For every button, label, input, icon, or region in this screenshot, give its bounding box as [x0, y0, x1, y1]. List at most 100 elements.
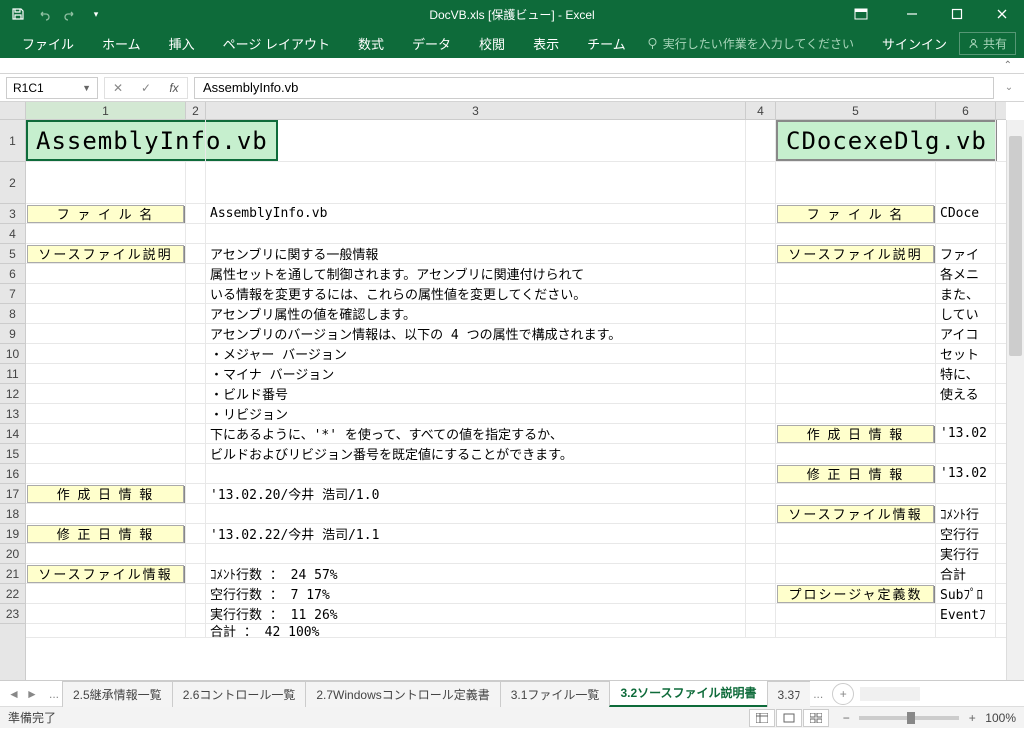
column-header[interactable]: 1 — [26, 102, 186, 119]
cell[interactable] — [746, 464, 776, 483]
cell[interactable]: '13.02.20/今井 浩司/1.0 — [206, 484, 746, 503]
column-header[interactable]: 6 — [936, 102, 996, 119]
cell[interactable] — [746, 244, 776, 263]
cell[interactable] — [206, 120, 746, 161]
cell[interactable] — [26, 424, 186, 443]
row-header[interactable]: 13 — [0, 404, 25, 424]
cell[interactable] — [746, 224, 776, 243]
signin-link[interactable]: サインイン — [882, 34, 947, 53]
cell[interactable] — [26, 544, 186, 563]
horizontal-scrollbar[interactable] — [860, 687, 920, 701]
cell[interactable] — [186, 604, 206, 623]
row-header[interactable]: 8 — [0, 304, 25, 324]
row-header[interactable]: 21 — [0, 564, 25, 584]
cell[interactable]: Eventﾌ — [936, 604, 996, 623]
cell[interactable] — [186, 364, 206, 383]
cell[interactable] — [746, 344, 776, 363]
normal-view-button[interactable] — [749, 709, 775, 727]
cell[interactable]: セット — [936, 344, 996, 363]
column-header[interactable]: 5 — [776, 102, 936, 119]
cell[interactable] — [776, 162, 936, 203]
cell[interactable]: ・メジャー バージョン — [206, 344, 746, 363]
cell[interactable]: また、 — [936, 284, 996, 303]
tab-view[interactable]: 表示 — [519, 28, 573, 58]
column-header[interactable]: 2 — [186, 102, 206, 119]
cell[interactable] — [746, 624, 776, 637]
cell[interactable] — [936, 404, 996, 423]
cell[interactable]: ｺﾒﾝﾄ行 — [936, 504, 996, 523]
cell[interactable]: 属性セットを通して制御されます。アセンブリに関連付けられて — [206, 264, 746, 283]
cell[interactable] — [746, 204, 776, 223]
cell[interactable]: '13.02.22/今井 浩司/1.1 — [206, 524, 746, 543]
cell[interactable] — [186, 204, 206, 223]
cell[interactable] — [776, 284, 936, 303]
cell[interactable] — [186, 484, 206, 503]
cell[interactable] — [26, 264, 186, 283]
zoom-in-button[interactable]: + — [965, 711, 979, 725]
cell[interactable] — [186, 344, 206, 363]
row-header[interactable]: 10 — [0, 344, 25, 364]
cell[interactable] — [186, 224, 206, 243]
cell[interactable] — [26, 162, 186, 203]
row-header[interactable]: 12 — [0, 384, 25, 404]
cell[interactable] — [746, 324, 776, 343]
row-header[interactable]: 18 — [0, 504, 25, 524]
cell[interactable] — [206, 162, 746, 203]
cell[interactable] — [776, 324, 936, 343]
row-header[interactable]: 2 — [0, 162, 25, 204]
qat-customize-button[interactable]: ▾ — [84, 3, 108, 25]
cell[interactable] — [776, 544, 936, 563]
cell[interactable]: '13.02 — [936, 424, 996, 443]
cell[interactable]: ソースファイル情報 — [776, 504, 936, 523]
cell[interactable] — [26, 464, 186, 483]
cell[interactable] — [206, 504, 746, 523]
cell[interactable]: CDocexeDlg.vb — [776, 120, 936, 161]
sheet-nav-next-button[interactable]: ► — [24, 687, 40, 701]
row-header[interactable]: 11 — [0, 364, 25, 384]
cell[interactable]: いる情報を変更するには、これらの属性値を変更してください。 — [206, 284, 746, 303]
cell[interactable] — [186, 624, 206, 637]
cell[interactable] — [776, 624, 936, 637]
collapse-ribbon-icon[interactable]: ⌃ — [1004, 60, 1012, 71]
cell[interactable] — [776, 404, 936, 423]
tab-data[interactable]: データ — [398, 28, 465, 58]
row-header[interactable]: 19 — [0, 524, 25, 544]
cell[interactable]: ・リビジョン — [206, 404, 746, 423]
tab-file[interactable]: ファイル — [8, 28, 88, 58]
add-sheet-button[interactable]: + — [832, 683, 854, 705]
maximize-button[interactable] — [934, 0, 979, 28]
cell[interactable] — [186, 284, 206, 303]
sheet-nav-ellipsis[interactable]: ... — [810, 687, 826, 701]
tab-formulas[interactable]: 数式 — [344, 28, 398, 58]
cell[interactable]: 合計 ： 42 100% — [206, 624, 746, 637]
expand-formula-bar-button[interactable]: ⌄ — [1000, 82, 1018, 93]
undo-button[interactable] — [32, 3, 56, 25]
row-header[interactable]: 1 — [0, 120, 25, 162]
cell[interactable] — [776, 564, 936, 583]
cell[interactable]: 合計 — [936, 564, 996, 583]
select-all-corner[interactable] — [0, 102, 26, 120]
chevron-down-icon[interactable]: ▼ — [82, 83, 91, 93]
cell[interactable] — [746, 484, 776, 503]
cell[interactable] — [26, 444, 186, 463]
zoom-slider[interactable] — [859, 716, 959, 720]
row-header[interactable]: 16 — [0, 464, 25, 484]
tab-page-layout[interactable]: ページ レイアウト — [209, 28, 344, 58]
row-header[interactable]: 7 — [0, 284, 25, 304]
cell[interactable] — [26, 384, 186, 403]
cell[interactable] — [776, 344, 936, 363]
row-header[interactable]: 4 — [0, 224, 25, 244]
cell[interactable] — [206, 224, 746, 243]
cell[interactable] — [26, 624, 186, 637]
cell[interactable] — [26, 344, 186, 363]
cell[interactable]: ・ビルド番号 — [206, 384, 746, 403]
cell[interactable]: 実行行数 ： 11 26% — [206, 604, 746, 623]
cell[interactable] — [186, 244, 206, 263]
cell[interactable]: 作 成 日 情 報 — [776, 424, 936, 443]
cell[interactable] — [776, 524, 936, 543]
cancel-formula-button[interactable]: ✕ — [105, 78, 131, 98]
cell[interactable] — [26, 304, 186, 323]
cell[interactable] — [26, 284, 186, 303]
cell[interactable] — [746, 604, 776, 623]
cell[interactable]: プロシージャ定義数 — [776, 584, 936, 603]
